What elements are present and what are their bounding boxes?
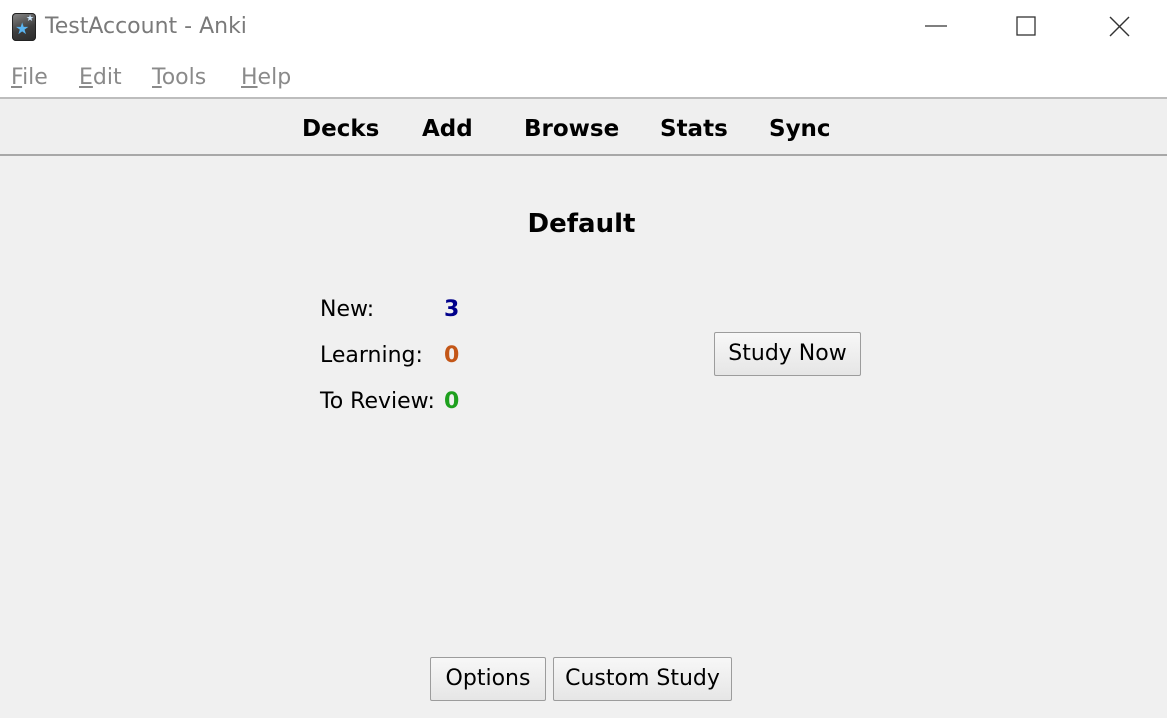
menu-help-mnemonic: H bbox=[241, 65, 258, 90]
learning-label: Learning: bbox=[320, 343, 423, 368]
toolbar-add-link[interactable]: Add bbox=[422, 115, 473, 143]
menu-tools-label: ools bbox=[161, 65, 207, 90]
toolbar-sync-link[interactable]: Sync bbox=[769, 115, 831, 143]
menu-edit-mnemonic: E bbox=[79, 65, 93, 90]
new-label: New: bbox=[320, 297, 375, 322]
to-review-count: 0 bbox=[444, 389, 460, 414]
minimize-icon bbox=[925, 25, 947, 27]
to-review-label: To Review: bbox=[320, 389, 435, 414]
star-icon: ★ bbox=[15, 19, 30, 38]
minimize-button[interactable] bbox=[891, 0, 981, 54]
anki-main-window: ★ ★ TestAccount - Anki File Edit Tools H… bbox=[0, 0, 1167, 718]
menu-edit-label: dit bbox=[92, 65, 122, 90]
toolbar-browse-link[interactable]: Browse bbox=[524, 115, 619, 143]
menu-tools-mnemonic: T bbox=[152, 65, 162, 90]
maximize-icon bbox=[1016, 16, 1036, 36]
menu-file-mnemonic: F bbox=[11, 65, 23, 90]
menu-file-label: ile bbox=[22, 65, 48, 90]
menu-help[interactable]: Help bbox=[241, 65, 291, 91]
maximize-button[interactable] bbox=[982, 0, 1072, 54]
window-title: TestAccount - Anki bbox=[45, 14, 247, 39]
custom-study-button[interactable]: Custom Study bbox=[553, 657, 732, 701]
menu-bar: File Edit Tools Help bbox=[0, 54, 1167, 99]
new-count: 3 bbox=[444, 297, 460, 322]
menu-help-label: elp bbox=[257, 65, 292, 90]
anki-app-icon[interactable]: ★ ★ bbox=[12, 13, 36, 41]
deck-title: Default bbox=[527, 209, 636, 239]
options-button[interactable]: Options bbox=[430, 657, 546, 701]
menu-edit[interactable]: Edit bbox=[79, 65, 122, 91]
main-toolbar: Decks Add Browse Stats Sync bbox=[0, 99, 1167, 156]
menu-tools[interactable]: Tools bbox=[152, 65, 206, 91]
menu-file[interactable]: File bbox=[11, 65, 48, 91]
title-bar: ★ ★ TestAccount - Anki bbox=[0, 0, 1167, 54]
study-now-button[interactable]: Study Now bbox=[714, 332, 861, 376]
toolbar-decks-link[interactable]: Decks bbox=[302, 115, 379, 143]
close-button[interactable] bbox=[1075, 0, 1165, 54]
close-icon bbox=[1109, 16, 1130, 37]
learning-count: 0 bbox=[444, 343, 460, 368]
toolbar-stats-link[interactable]: Stats bbox=[660, 115, 728, 143]
